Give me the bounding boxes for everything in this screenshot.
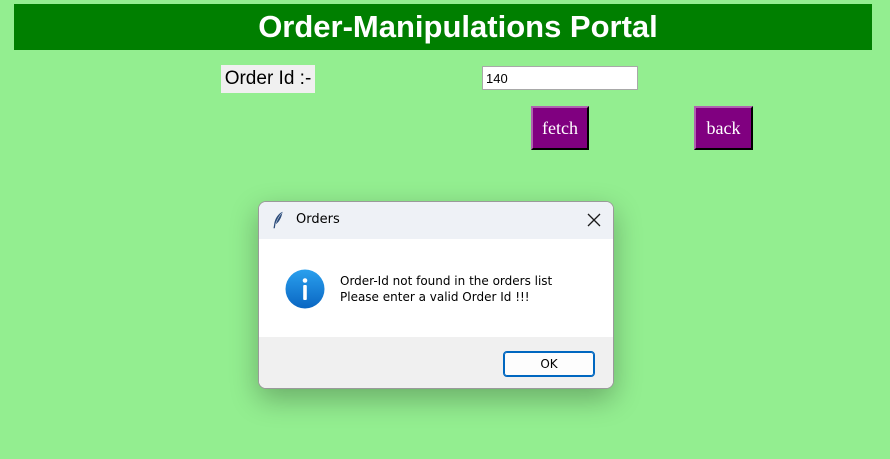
feather-icon	[273, 211, 283, 229]
dialog-message-line: Order-Id not found in the orders list	[340, 274, 553, 288]
fetch-button[interactable]: fetch	[531, 106, 589, 150]
page-title: Order-Manipulations Portal	[14, 4, 872, 50]
message-dialog: Orders Order-Id not found in the orders …	[258, 201, 614, 389]
ok-button[interactable]: OK	[503, 351, 595, 377]
back-button[interactable]: back	[694, 106, 753, 150]
order-id-input[interactable]	[482, 66, 638, 90]
order-id-label: Order Id :-	[221, 65, 315, 93]
close-icon[interactable]	[587, 213, 601, 227]
info-icon	[285, 269, 325, 309]
dialog-titlebar: Orders	[259, 202, 613, 239]
dialog-message: Order-Id not found in the orders list Pl…	[340, 273, 552, 305]
dialog-title: Orders	[296, 212, 340, 227]
dialog-message-line: Please enter a valid Order Id !!!	[340, 290, 530, 304]
dialog-footer: OK	[259, 337, 613, 388]
